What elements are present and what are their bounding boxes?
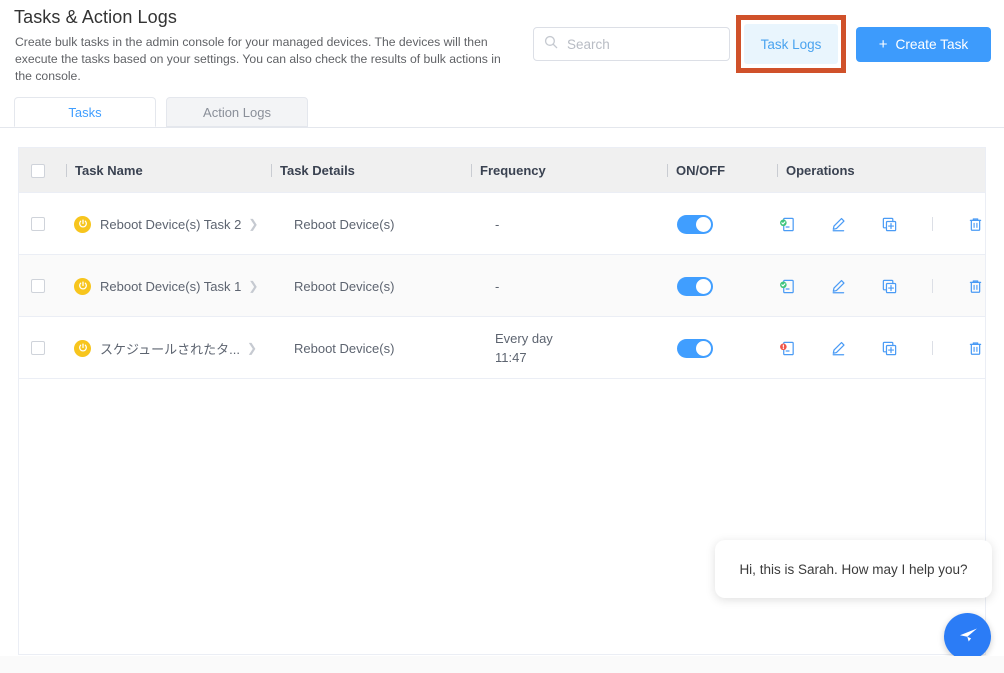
column-divider xyxy=(271,164,272,177)
column-header-frequency: Frequency xyxy=(471,148,546,193)
operations-divider xyxy=(932,217,933,231)
report-icon[interactable] xyxy=(779,216,796,233)
table-header-row: Task Name Task Details Frequency ON/OFF … xyxy=(19,148,985,193)
tab-action-logs[interactable]: Action Logs xyxy=(166,97,308,127)
chat-send-button[interactable] xyxy=(944,613,991,660)
row-checkbox-cell xyxy=(31,255,45,317)
task-name-label: Reboot Device(s) Task 2 xyxy=(100,216,242,232)
operations-cell xyxy=(779,193,984,255)
column-header-operations-label: Operations xyxy=(786,163,855,178)
page-root: Tasks & Action Logs Create bulk tasks in… xyxy=(0,0,1004,673)
frequency-label: Every day xyxy=(495,331,553,346)
table-row: スケジュールされたタ... ❯ Reboot Device(s) Every d… xyxy=(19,317,985,379)
operations-cell xyxy=(779,317,984,379)
create-task-label: Create Task xyxy=(895,37,969,52)
row-checkbox[interactable] xyxy=(31,279,45,293)
chevron-right-icon[interactable]: ❯ xyxy=(248,217,258,231)
onoff-toggle[interactable] xyxy=(677,276,713,296)
delete-icon[interactable] xyxy=(967,340,984,357)
duplicate-icon[interactable] xyxy=(881,278,898,295)
task-logs-button[interactable]: Task Logs xyxy=(744,24,838,64)
task-name-label: スケジュールされたタ... xyxy=(100,341,240,357)
table-row: Reboot Device(s) Task 1 ❯ Reboot Device(… xyxy=(19,255,985,317)
edit-icon[interactable] xyxy=(830,278,847,295)
plus-icon: + xyxy=(878,36,888,53)
select-all-checkbox[interactable] xyxy=(31,163,45,178)
task-name-cell: スケジュールされたタ... ❯ xyxy=(74,317,257,379)
onoff-toggle[interactable] xyxy=(677,338,713,358)
column-header-onoff: ON/OFF xyxy=(667,148,725,193)
frequency-label: - xyxy=(495,278,500,294)
task-name-cell: Reboot Device(s) Task 2 ❯ xyxy=(74,193,258,255)
report-icon[interactable] xyxy=(779,278,796,295)
edit-icon[interactable] xyxy=(830,340,847,357)
toggle-knob xyxy=(696,216,711,232)
onoff-cell xyxy=(677,255,713,317)
frequency-time-label: 11:47 xyxy=(495,350,527,365)
operations-divider xyxy=(932,341,933,355)
onoff-toggle[interactable] xyxy=(677,214,713,234)
duplicate-icon[interactable] xyxy=(881,216,898,233)
row-checkbox-cell xyxy=(31,317,45,379)
report-icon[interactable] xyxy=(779,340,796,357)
tab-tasks[interactable]: Tasks xyxy=(14,97,156,127)
column-divider xyxy=(471,164,472,177)
column-divider xyxy=(777,164,778,177)
operations-cell xyxy=(779,255,984,317)
tab-tasks-label: Tasks xyxy=(68,104,102,120)
edit-icon[interactable] xyxy=(830,216,847,233)
search-icon xyxy=(544,35,558,54)
column-header-task-details: Task Details xyxy=(271,148,355,193)
chevron-right-icon[interactable]: ❯ xyxy=(247,341,257,355)
chat-message-text: Hi, this is Sarah. How may I help you? xyxy=(739,561,968,577)
tab-action-logs-label: Action Logs xyxy=(203,104,271,120)
column-divider xyxy=(667,164,668,177)
toggle-knob xyxy=(696,278,711,294)
frequency-cell: - xyxy=(495,255,499,317)
frequency-cell: - xyxy=(495,193,499,255)
search-box[interactable] xyxy=(533,27,730,61)
frequency-cell: Every day 11:47 xyxy=(495,317,553,379)
task-details-cell: Reboot Device(s) xyxy=(294,216,395,232)
column-header-task-name-label: Task Name xyxy=(75,163,143,178)
page-title: Tasks & Action Logs xyxy=(14,7,177,27)
task-details-cell: Reboot Device(s) xyxy=(294,278,395,294)
chevron-right-icon[interactable]: ❯ xyxy=(248,279,258,293)
tab-bar: Tasks Action Logs xyxy=(0,97,1004,128)
column-header-task-name: Task Name xyxy=(66,148,143,193)
row-checkbox-cell xyxy=(31,193,45,255)
operations-divider xyxy=(932,279,933,293)
power-icon xyxy=(74,215,91,233)
create-task-button[interactable]: + Create Task xyxy=(856,27,991,62)
page-background-strip xyxy=(0,656,1004,673)
chat-message-bubble: Hi, this is Sarah. How may I help you? xyxy=(715,540,992,598)
toggle-knob xyxy=(696,340,711,356)
onoff-cell xyxy=(677,193,713,255)
page-header: Tasks & Action Logs Create bulk tasks in… xyxy=(0,0,1004,96)
column-header-task-details-label: Task Details xyxy=(280,163,355,178)
delete-icon[interactable] xyxy=(967,216,984,233)
power-icon xyxy=(74,277,91,295)
column-header-frequency-label: Frequency xyxy=(480,163,546,178)
onoff-cell xyxy=(677,317,713,379)
power-icon xyxy=(74,339,91,357)
row-checkbox[interactable] xyxy=(31,341,45,355)
frequency-label: - xyxy=(495,216,500,232)
page-description: Create bulk tasks in the admin console f… xyxy=(15,35,501,83)
search-input[interactable] xyxy=(565,29,705,59)
task-name-label: Reboot Device(s) Task 1 xyxy=(100,278,242,294)
task-name-cell: Reboot Device(s) Task 1 ❯ xyxy=(74,255,258,317)
select-all-checkbox-cell xyxy=(31,148,45,193)
task-details-cell: Reboot Device(s) xyxy=(294,340,395,356)
row-checkbox[interactable] xyxy=(31,217,45,231)
column-header-onoff-label: ON/OFF xyxy=(676,163,726,178)
column-header-operations: Operations xyxy=(777,148,855,193)
column-divider xyxy=(66,164,67,177)
table-row: Reboot Device(s) Task 2 ❯ Reboot Device(… xyxy=(19,193,985,255)
send-icon xyxy=(956,623,980,650)
delete-icon[interactable] xyxy=(967,278,984,295)
duplicate-icon[interactable] xyxy=(881,340,898,357)
